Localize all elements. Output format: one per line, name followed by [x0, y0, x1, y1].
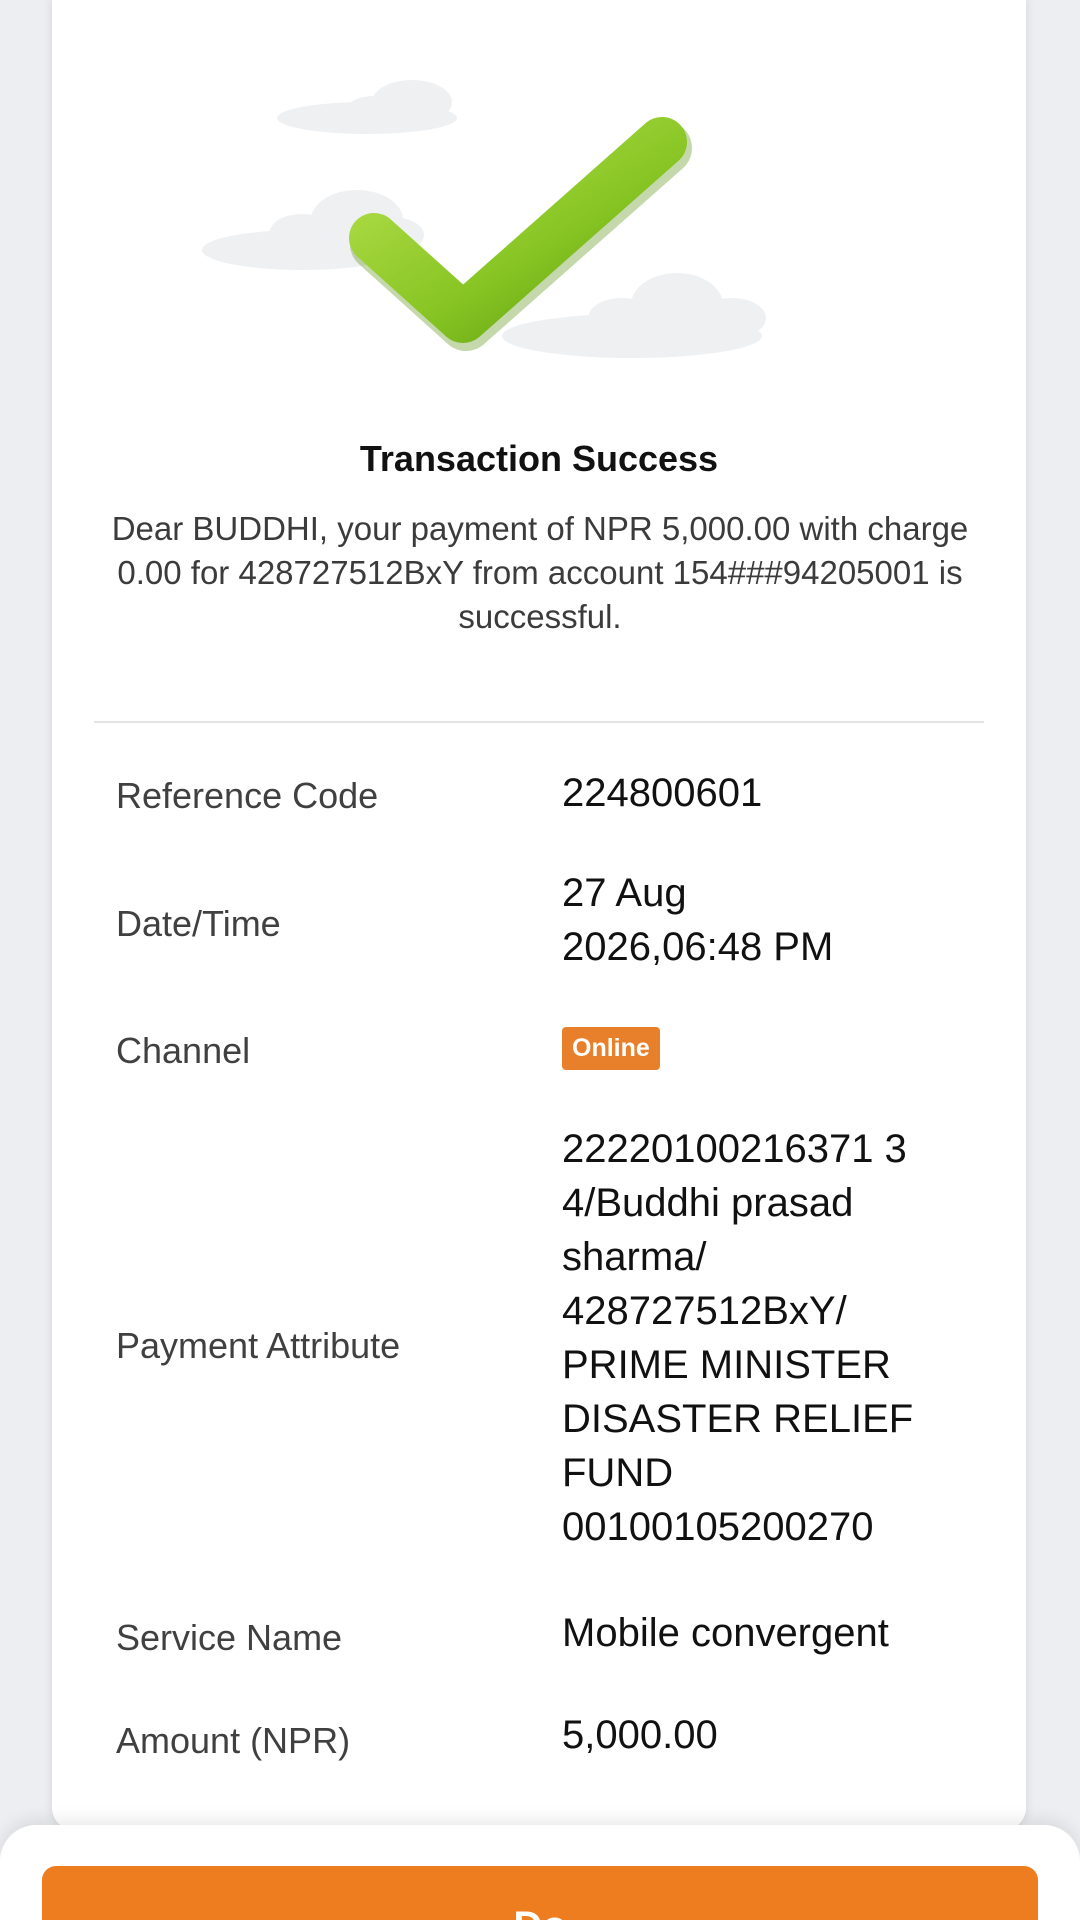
service-name-value: Mobile convergent [562, 1611, 889, 1655]
date-time-label: Date/Time [116, 903, 281, 944]
amount-label: Amount (NPR) [116, 1720, 351, 1761]
primary-action-button[interactable]: Do [42, 1866, 1038, 1920]
channel-label: Channel [116, 1030, 251, 1071]
payment-attribute-value: 22220100216371 3 4/Buddhi prasad sharma/… [562, 1127, 914, 1549]
transaction-receipt-screen: Transaction Success Dear BUDDHI, your pa… [0, 0, 1080, 1920]
reference-code-value: 224800601 [562, 771, 763, 815]
cloud-icon [277, 80, 457, 134]
divider [94, 721, 984, 723]
channel-badge: Online [562, 1027, 660, 1070]
reference-code-label: Reference Code [116, 775, 379, 816]
status-message: Dear BUDDHI, your payment of NPR 5,000.0… [111, 510, 969, 635]
payment-attribute-label: Payment Attribute [116, 1325, 401, 1366]
success-illustration [202, 80, 766, 358]
date-time-value: 27 Aug 2026,06:48 PM [562, 871, 834, 969]
status-title: Transaction Success [359, 438, 719, 479]
amount-value: 5,000.00 [562, 1713, 718, 1757]
service-name-label: Service Name [116, 1617, 343, 1658]
